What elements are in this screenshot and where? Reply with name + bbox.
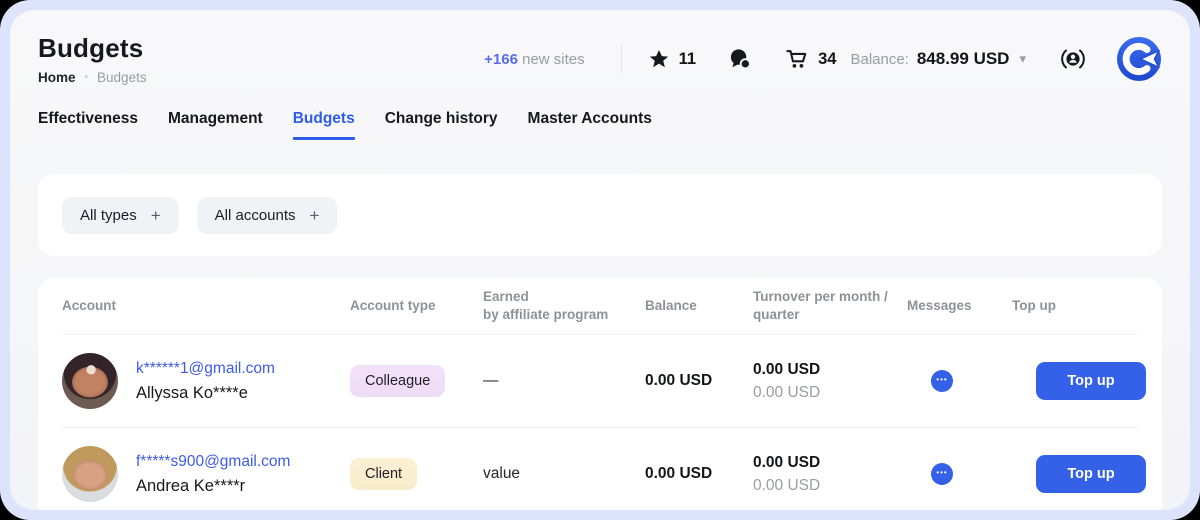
cart-count: 34 <box>818 50 836 69</box>
earned-value: value <box>483 465 645 483</box>
filter-all-types-label: All types <box>80 207 137 224</box>
table-header-row: Account Account type Earned by affiliate… <box>62 278 1138 335</box>
filters-card: All types + All accounts + <box>38 174 1162 256</box>
message-icon[interactable]: ••• <box>931 370 953 392</box>
tab-bar: Effectiveness Management Budgets Change … <box>38 110 1162 144</box>
col-top-up: Top up <box>1012 297 1138 315</box>
account-name: Allyssa Ko****e <box>136 384 275 403</box>
chat-bubbles-icon <box>728 47 753 72</box>
star-icon <box>648 48 670 70</box>
account-email-link[interactable]: f*****s900@gmail.com <box>136 453 290 471</box>
plus-icon: + <box>310 207 320 224</box>
col-account: Account <box>62 297 350 315</box>
tab-master-accounts[interactable]: Master Accounts <box>528 110 652 140</box>
earned-value: — <box>483 372 645 390</box>
balance-value: 848.99 USD <box>917 49 1010 69</box>
col-balance: Balance <box>645 297 753 315</box>
filter-all-types[interactable]: All types + <box>62 197 179 234</box>
top-up-button[interactable]: Top up <box>1036 362 1146 400</box>
account-focus-button[interactable] <box>1060 46 1086 72</box>
balance-cell: 0.00 USD <box>645 465 753 483</box>
tab-effectiveness[interactable]: Effectiveness <box>38 110 138 140</box>
tab-change-history[interactable]: Change history <box>385 110 498 140</box>
header-divider <box>621 44 622 74</box>
app-logo[interactable] <box>1116 36 1162 82</box>
account-cell: f*****s900@gmail.com Andrea Ke****r <box>62 446 350 502</box>
new-sites-label: new sites <box>522 51 585 68</box>
table-row: k******1@gmail.com Allyssa Ko****e Colle… <box>62 335 1138 428</box>
tab-budgets[interactable]: Budgets <box>293 110 355 140</box>
account-cell: k******1@gmail.com Allyssa Ko****e <box>62 353 350 409</box>
message-icon[interactable]: ••• <box>931 463 953 485</box>
message-dots: ••• <box>936 376 947 384</box>
top-bar: Budgets Home • Budgets +166 new sites <box>38 30 1162 88</box>
budgets-table: Account Account type Earned by affiliate… <box>38 278 1162 510</box>
col-earned: Earned by affiliate program <box>483 288 645 324</box>
logo-icon <box>1116 36 1162 82</box>
turnover-main: 0.00 USD <box>753 361 907 379</box>
col-messages: Messages <box>907 297 1012 315</box>
balance-cell: 0.00 USD <box>645 372 753 390</box>
budgets-page: Budgets Home • Budgets +166 new sites <box>10 10 1190 510</box>
chevron-down-icon: ▾ <box>1019 51 1026 67</box>
turnover-cell: 0.00 USD 0.00 USD <box>753 361 907 402</box>
top-bar-right: +166 new sites 11 <box>484 36 1162 82</box>
avatar <box>62 353 118 409</box>
col-account-type: Account type <box>350 297 483 315</box>
breadcrumb-home-link[interactable]: Home <box>38 70 76 85</box>
breadcrumb: Home • Budgets <box>38 70 147 85</box>
table-row: f*****s900@gmail.com Andrea Ke****r Clie… <box>62 428 1138 510</box>
turnover-sub: 0.00 USD <box>753 477 907 495</box>
turnover-cell: 0.00 USD 0.00 USD <box>753 454 907 495</box>
favorites-counter[interactable]: 11 <box>648 48 696 70</box>
person-focus-icon <box>1060 46 1086 72</box>
account-type-badge: Client <box>350 458 417 490</box>
filter-all-accounts-label: All accounts <box>215 207 296 224</box>
col-turnover: Turnover per month / quarter <box>753 288 907 324</box>
balance-label: Balance: <box>850 51 908 68</box>
turnover-sub: 0.00 USD <box>753 384 907 402</box>
turnover-main: 0.00 USD <box>753 454 907 472</box>
account-email-link[interactable]: k******1@gmail.com <box>136 360 275 378</box>
breadcrumb-current: Budgets <box>97 70 147 85</box>
account-texts: k******1@gmail.com Allyssa Ko****e <box>136 360 275 403</box>
balance-dropdown[interactable]: Balance: 848.99 USD ▾ <box>850 49 1026 69</box>
page-title: Budgets <box>38 33 147 64</box>
new-sites-count: +166 <box>484 51 518 68</box>
top-up-button[interactable]: Top up <box>1036 455 1146 493</box>
account-name: Andrea Ke****r <box>136 477 290 496</box>
plus-icon: + <box>151 207 161 224</box>
favorites-count: 11 <box>679 50 696 69</box>
breadcrumb-separator-icon: • <box>85 72 89 83</box>
chat-button[interactable] <box>728 47 753 72</box>
new-sites-link[interactable]: +166 new sites <box>484 51 585 68</box>
cart-icon <box>785 47 809 71</box>
message-dots: ••• <box>936 469 947 477</box>
avatar <box>62 446 118 502</box>
cart-counter[interactable]: 34 <box>785 47 836 71</box>
account-texts: f*****s900@gmail.com Andrea Ke****r <box>136 453 290 496</box>
window-frame: Budgets Home • Budgets +166 new sites <box>0 0 1200 520</box>
tab-management[interactable]: Management <box>168 110 263 140</box>
title-block: Budgets Home • Budgets <box>38 33 147 85</box>
filter-all-accounts[interactable]: All accounts + <box>197 197 338 234</box>
account-type-badge: Colleague <box>350 365 445 397</box>
